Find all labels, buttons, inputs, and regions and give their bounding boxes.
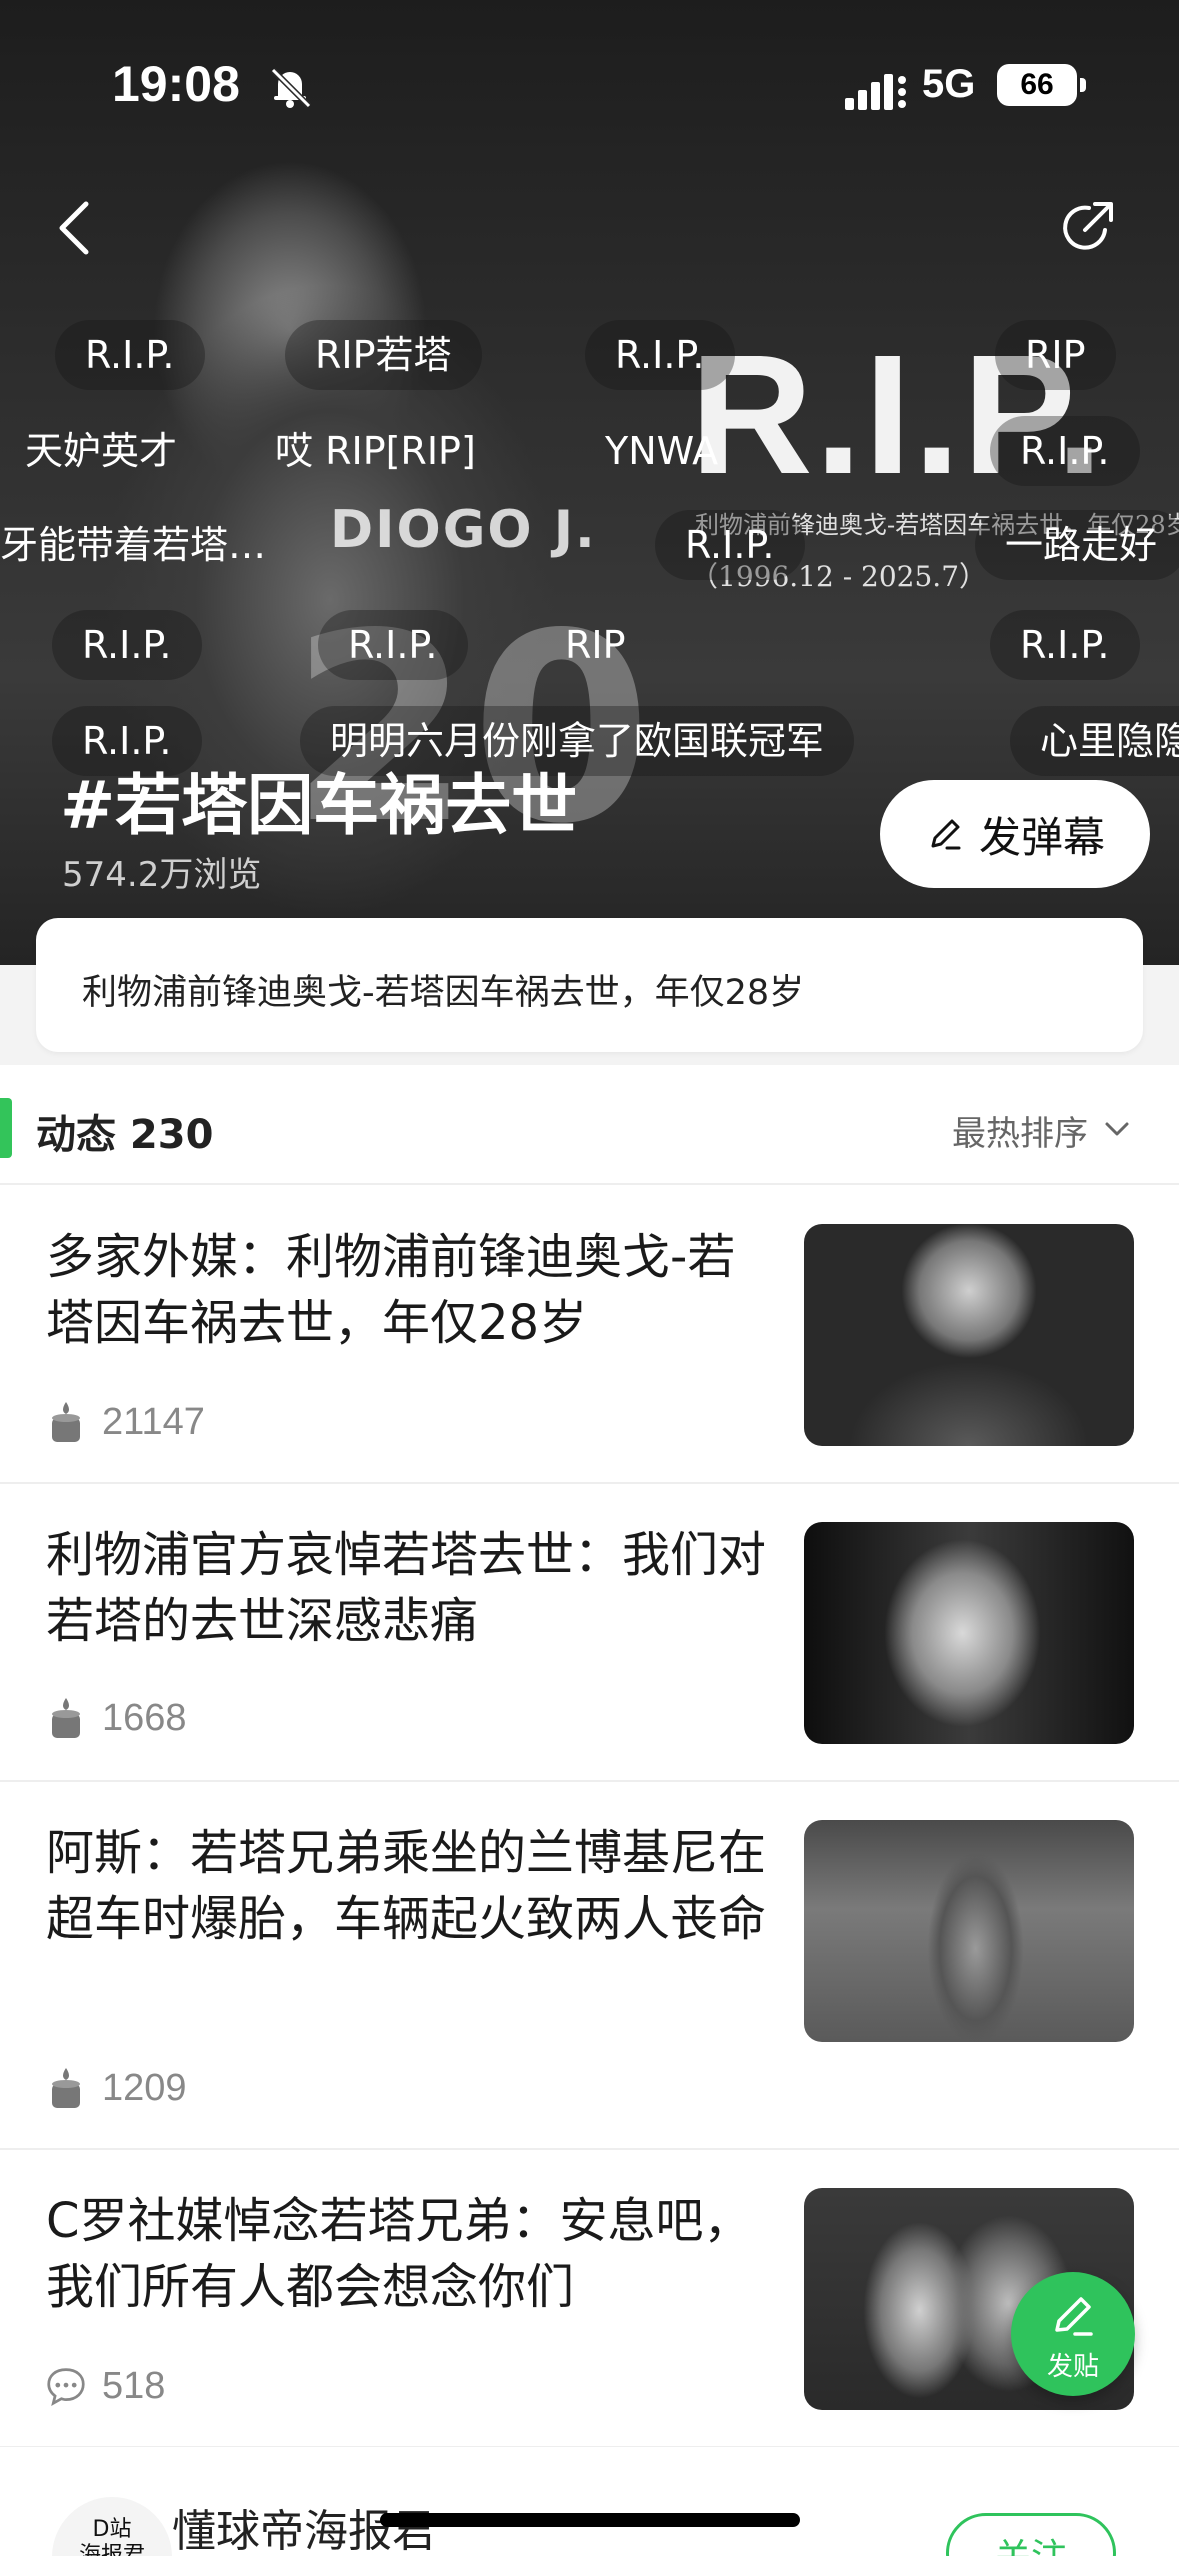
danmaku-item: R.I.P. xyxy=(655,510,805,580)
danmaku-item: R.I.P. xyxy=(990,610,1140,680)
new-post-button[interactable]: 发贴 xyxy=(1011,2272,1135,2396)
pencil-icon xyxy=(931,819,961,850)
share-icon[interactable] xyxy=(1055,196,1119,260)
jersey-name-text: DIOGO J. xyxy=(330,500,597,560)
topic-title: #若塔因车祸去世 xyxy=(60,767,578,844)
feed-item-headline: C罗社媒悼念若塔兄弟：安息吧，我们所有人都会想念你们 xyxy=(46,2193,752,2315)
candle-icon xyxy=(52,1402,80,1442)
sort-dropdown[interactable]: 最热排序 xyxy=(952,1106,1088,1155)
danmaku-item: R.I.P. xyxy=(55,320,205,390)
network-type: 5G xyxy=(922,62,976,106)
danmaku-item: R.I.P. xyxy=(585,320,735,390)
candle-count: 1668 xyxy=(102,1696,187,1739)
bell-off-icon xyxy=(270,67,312,109)
topic-page: DIOGO J. 20 R.I.P. 利物浦前锋迪奥戈-若塔因车祸去世，年仅28… xyxy=(0,0,1179,2556)
edit-icon xyxy=(1055,2297,1093,2336)
follow-label: 关注 xyxy=(949,2528,1113,2556)
new-post-label: 发贴 xyxy=(1046,2352,1099,2382)
comment-icon xyxy=(47,2368,85,2406)
feed-item-thumbnail xyxy=(804,1820,1134,2042)
danmaku-item: 牙能带着若塔… xyxy=(0,523,267,567)
danmaku-item: 一路走好 xyxy=(975,510,1179,580)
status-time: 19:08 xyxy=(112,56,240,112)
topic-description-card: 利物浦前锋迪奥戈-若塔因车祸去世，年仅28岁 xyxy=(36,918,1143,1052)
avatar-text: 海报君 xyxy=(78,2543,145,2556)
status-bar: 19:08 5G 66 xyxy=(0,0,1179,150)
feed-item-meta: 1668 xyxy=(46,1696,187,1740)
danmaku-item: RIP若塔 xyxy=(285,320,482,390)
view-count: 574.2万浏览 xyxy=(62,855,262,895)
danmaku-item: RIP xyxy=(565,623,626,667)
send-danmaku-button[interactable]: 发弹幕 xyxy=(880,780,1150,888)
battery-indicator: 66 xyxy=(997,64,1086,106)
candle-count: 1209 xyxy=(102,2066,187,2109)
topic-description: 利物浦前锋迪奥戈-若塔因车祸去世，年仅28岁 xyxy=(82,973,805,1013)
danmaku-item: R.I.P. xyxy=(52,610,202,680)
feed-item[interactable]: 多家外媒：利物浦前锋迪奥戈-若塔因车祸去世，年仅28岁 21147 xyxy=(0,1186,1179,1484)
feed-item-thumbnail xyxy=(804,1224,1134,1446)
candle-icon xyxy=(52,2068,80,2108)
danmaku-item: R.I.P. xyxy=(318,610,468,680)
author-avatar[interactable]: D站 海报君 xyxy=(52,2497,172,2556)
candle-icon xyxy=(52,1698,80,1738)
feed-item[interactable]: C罗社媒悼念若塔兄弟：安息吧，我们所有人都会想念你们 518 xyxy=(0,2150,1179,2448)
feed-item[interactable]: 利物浦官方哀悼若塔去世：我们对若塔的去世深感悲痛 1668 xyxy=(0,1484,1179,1782)
danmaku-item: 心里隐隐 xyxy=(1010,706,1179,776)
feed-item-meta: 518 xyxy=(46,2364,165,2408)
send-danmaku-label: 发弹幕 xyxy=(978,812,1105,862)
danmaku-item: 哎 RIP[RIP] xyxy=(275,429,476,473)
post-author-row: D站 海报君 懂球帝海报君 关注 xyxy=(0,2447,1179,2556)
candle-count: 21147 xyxy=(102,1400,205,1443)
feed-header: 动态 230 最热排序 xyxy=(0,1070,1179,1185)
comment-count: 518 xyxy=(102,2364,166,2407)
feed-item-headline: 阿斯：若塔兄弟乘坐的兰博基尼在超车时爆胎，车辆起火致两人丧命 xyxy=(46,1825,767,1947)
follow-button[interactable]: 关注 xyxy=(946,2513,1116,2556)
feed-item-thumbnail xyxy=(804,1522,1134,1744)
section-accent-bar xyxy=(0,1098,12,1158)
back-arrow-icon[interactable] xyxy=(48,192,110,264)
home-indicator xyxy=(380,2513,800,2527)
feed-item[interactable]: 阿斯：若塔兄弟乘坐的兰博基尼在超车时爆胎，车辆起火致两人丧命 1209 xyxy=(0,1782,1179,2150)
feed-item-headline: 利物浦官方哀悼若塔去世：我们对若塔的去世深感悲痛 xyxy=(46,1527,767,1649)
feed-item-headline: 多家外媒：利物浦前锋迪奥戈-若塔因车祸去世，年仅28岁 xyxy=(46,1229,736,1351)
danmaku-item: YNWA xyxy=(605,429,719,473)
topic-hero: DIOGO J. 20 R.I.P. 利物浦前锋迪奥戈-若塔因车祸去世，年仅28… xyxy=(0,0,1179,965)
feed-item-meta: 1209 xyxy=(46,2066,187,2110)
danmaku-item: R.I.P. xyxy=(990,416,1140,486)
feed-title: 动态 230 xyxy=(36,1112,214,1158)
chevron-down-icon[interactable] xyxy=(1102,1114,1132,1144)
signal-strength-icon xyxy=(845,74,906,110)
danmaku-item: 天妒英才 xyxy=(25,429,178,473)
feed-item-meta: 21147 xyxy=(46,1400,205,1444)
danmaku-item: RIP xyxy=(995,320,1116,390)
